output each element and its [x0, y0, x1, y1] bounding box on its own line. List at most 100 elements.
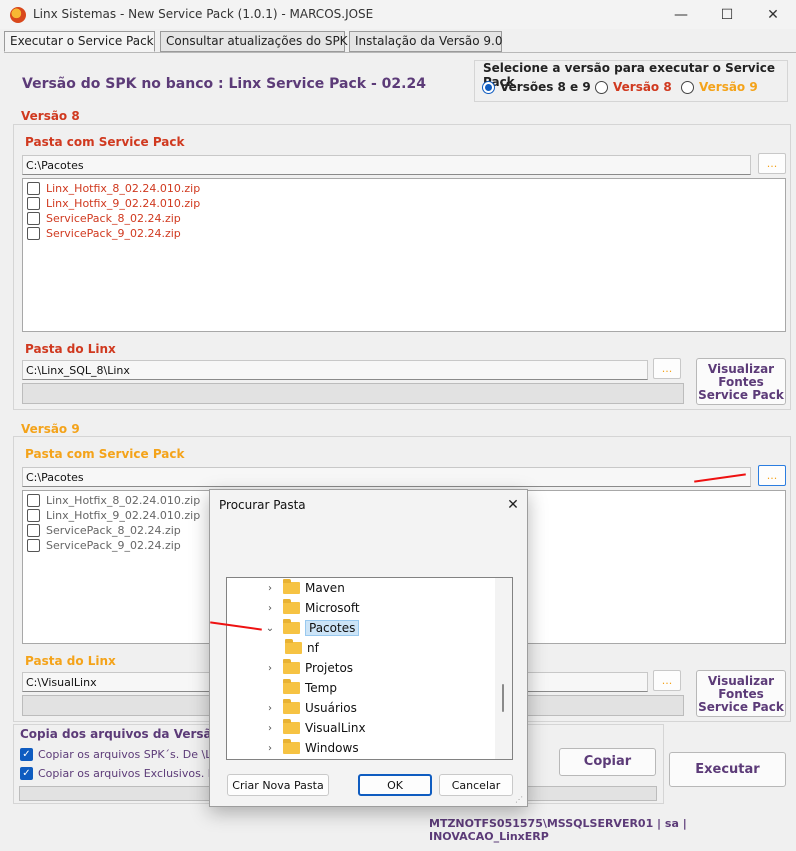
copy-spk-checkbox[interactable]: ✓ Copiar os arquivos SPK´s. De \Linx\	[20, 747, 232, 762]
ok-button[interactable]: OK	[358, 774, 432, 796]
folder-icon	[285, 639, 302, 654]
v9-sp-folder-label: Pasta com Service Pack	[25, 447, 185, 461]
radio-label: Versão 8	[613, 80, 672, 94]
checkbox-icon[interactable]	[27, 539, 40, 552]
v9-sp-folder-input[interactable]: C:\Pacotes	[22, 467, 751, 487]
chevron-right-icon[interactable]: ›	[265, 583, 275, 594]
checkbox-icon[interactable]	[27, 212, 40, 225]
tree-item-label: Windows	[305, 741, 359, 755]
copy-spk-label: Copiar os arquivos SPK´s. De \Linx\	[38, 748, 232, 761]
v8-sp-browse-button[interactable]: ...	[758, 153, 786, 174]
tab-instalacao-versao-9[interactable]: Instalação da Versão 9.0	[349, 31, 502, 52]
checkbox-icon[interactable]	[27, 524, 40, 537]
chevron-down-icon[interactable]: ⌄	[265, 623, 275, 634]
app-logo-icon	[10, 7, 26, 23]
v9-view-sources-button[interactable]: Visualizar Fontes Service Pack	[696, 670, 786, 717]
execute-button[interactable]: Executar	[669, 752, 786, 787]
tree-item-label: nf	[307, 641, 319, 655]
file-list-item[interactable]: Linx_Hotfix_8_02.24.010.zip	[27, 181, 200, 196]
tree-item-temp[interactable]: Temp	[265, 678, 337, 698]
file-name: Linx_Hotfix_8_02.24.010.zip	[46, 494, 201, 507]
copy-exclusive-checkbox[interactable]: ✓ Copiar os arquivos Exclusivos. De \L	[20, 766, 236, 781]
file-list-item[interactable]: ServicePack_9_02.24.zip	[27, 226, 200, 241]
title-bar: Linx Sistemas - New Service Pack (1.0.1)…	[0, 0, 796, 29]
v8-sp-folder-input[interactable]: C:\Pacotes	[22, 155, 751, 175]
v8-linx-browse-button[interactable]: ...	[653, 358, 681, 379]
v9-linx-browse-button[interactable]: ...	[653, 670, 681, 691]
chevron-right-icon[interactable]: ›	[265, 603, 275, 614]
file-list-item[interactable]: ServicePack_8_02.24.zip	[27, 523, 200, 538]
radio-dot	[482, 80, 495, 94]
db-version-label: Versão do SPK no banco : Linx Service Pa…	[22, 76, 426, 92]
radio-versions-8-9[interactable]: Versões 8 e 9	[482, 80, 591, 94]
folder-icon	[283, 659, 300, 674]
v8-linx-folder-input[interactable]: C:\Linx_SQL_8\Linx	[22, 360, 648, 380]
radio-label: Versão 9	[699, 80, 758, 94]
file-name: Linx_Hotfix_9_02.24.010.zip	[46, 197, 201, 210]
chevron-right-icon[interactable]: ›	[265, 743, 275, 754]
radio-version-9[interactable]: Versão 9	[681, 80, 758, 94]
tree-scrollbar[interactable]	[495, 578, 512, 759]
v8-progress-bar	[22, 383, 684, 404]
v8-linx-folder-label: Pasta do Linx	[25, 342, 116, 356]
file-name: ServicePack_8_02.24.zip	[46, 524, 181, 537]
tree-item-maven[interactable]: › Maven	[265, 578, 345, 598]
folder-icon	[283, 719, 300, 734]
checkbox-icon[interactable]	[27, 227, 40, 240]
new-folder-button[interactable]: Criar Nova Pasta	[227, 774, 329, 796]
checkbox-checked-icon: ✓	[20, 748, 33, 761]
folder-icon	[283, 599, 300, 614]
folder-icon	[283, 619, 300, 634]
checkbox-icon[interactable]	[27, 182, 40, 195]
radio-dot	[595, 80, 608, 94]
file-list-item[interactable]: ServicePack_9_02.24.zip	[27, 538, 200, 553]
tree-item-label: Projetos	[305, 661, 354, 675]
checkbox-icon[interactable]	[27, 509, 40, 522]
cancel-button[interactable]: Cancelar	[439, 774, 513, 796]
tree-item-label: Temp	[305, 681, 337, 695]
radio-version-8[interactable]: Versão 8	[595, 80, 672, 94]
file-name: Linx_Hotfix_9_02.24.010.zip	[46, 509, 201, 522]
file-list-item[interactable]: Linx_Hotfix_8_02.24.010.zip	[27, 493, 200, 508]
v9-sp-browse-button[interactable]: ...	[758, 465, 786, 486]
tree-item-windows[interactable]: › Windows	[265, 738, 359, 758]
tree-item-pacotes[interactable]: ⌄ Pacotes	[265, 618, 360, 638]
file-list-item[interactable]: Linx_Hotfix_9_02.24.010.zip	[27, 196, 200, 211]
checkbox-icon[interactable]	[27, 197, 40, 210]
copy-button[interactable]: Copiar	[559, 748, 656, 776]
close-button[interactable]: ✕	[750, 0, 796, 29]
tree-item-nf[interactable]: nf	[285, 638, 319, 658]
connection-status: MTZNOTFS051575\MSSQLSERVER01 | sa | INOV…	[429, 817, 687, 843]
file-name: ServicePack_8_02.24.zip	[46, 212, 181, 225]
resize-grip-icon[interactable]: ⋰	[515, 795, 523, 804]
folder-icon	[283, 579, 300, 594]
chevron-right-icon[interactable]: ›	[265, 663, 275, 674]
file-list-item[interactable]: ServicePack_8_02.24.zip	[27, 211, 200, 226]
copy-exclusive-label: Copiar os arquivos Exclusivos. De \L	[38, 767, 237, 780]
checkbox-icon[interactable]	[27, 494, 40, 507]
maximize-button[interactable]: ☐	[704, 0, 750, 29]
radio-label: Versões 8 e 9	[500, 80, 591, 94]
tree-item-projetos[interactable]: › Projetos	[265, 658, 353, 678]
v8-files-list: Linx_Hotfix_8_02.24.010.zip Linx_Hotfix_9…	[22, 178, 786, 332]
tree-item-label: Microsoft	[305, 601, 360, 615]
dialog-close-button[interactable]: ✕	[500, 494, 526, 516]
tree-item-visuallinx[interactable]: › VisualLinx	[265, 718, 366, 738]
v9-section-title: Versão 9	[21, 422, 80, 436]
file-list-item[interactable]: Linx_Hotfix_9_02.24.010.zip	[27, 508, 200, 523]
folder-icon	[283, 739, 300, 754]
minimize-button[interactable]: —	[658, 0, 704, 29]
v8-view-sources-button[interactable]: Visualizar Fontes Service Pack	[696, 358, 786, 405]
tab-executar-service-pack[interactable]: Executar o Service Pack	[4, 31, 155, 52]
tab-consultar-atualizacoes[interactable]: Consultar atualizações do SPK	[160, 31, 348, 52]
chevron-right-icon[interactable]: ›	[265, 703, 275, 714]
tree-item-microsoft[interactable]: › Microsoft	[265, 598, 360, 618]
v8-section-title: Versão 8	[21, 109, 80, 123]
checkbox-checked-icon: ✓	[20, 767, 33, 780]
chevron-right-icon[interactable]: ›	[265, 723, 275, 734]
scrollbar-thumb[interactable]	[502, 684, 504, 712]
window-title: Linx Sistemas - New Service Pack (1.0.1)…	[33, 7, 374, 21]
tree-item-usuários[interactable]: › Usuários	[265, 698, 357, 718]
tree-item-label: Maven	[305, 581, 345, 595]
folder-icon	[283, 699, 300, 714]
